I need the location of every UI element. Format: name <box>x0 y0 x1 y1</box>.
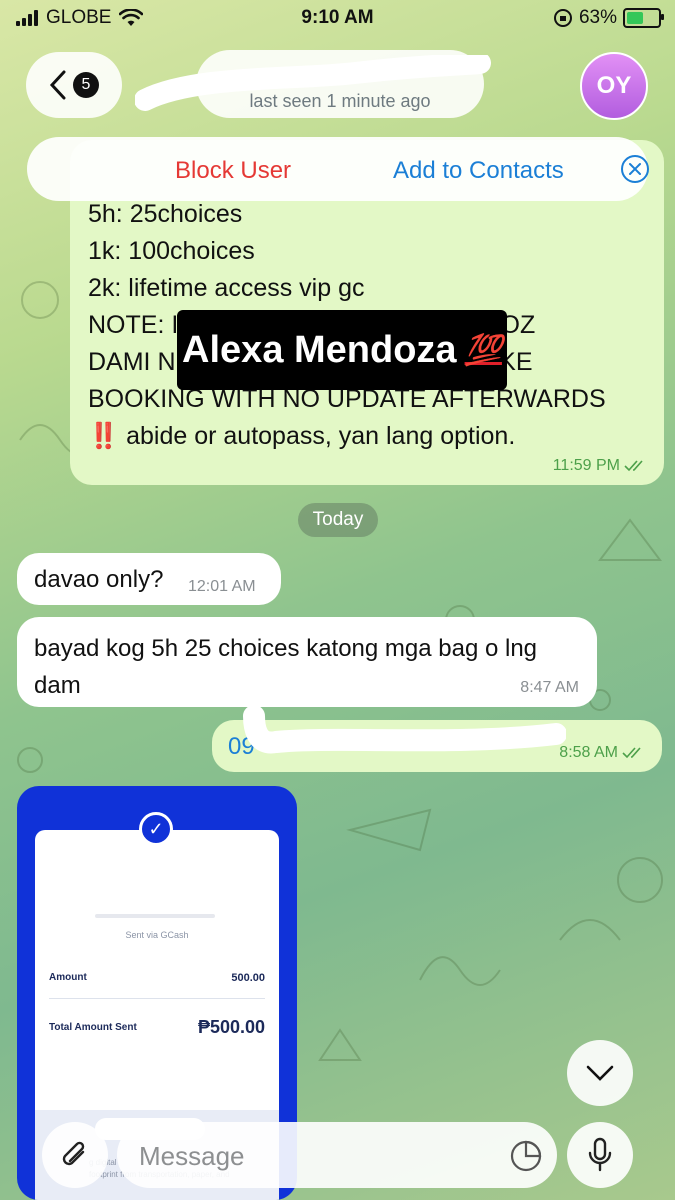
back-button[interactable]: 5 <box>26 52 122 118</box>
battery-percent: 63% <box>578 7 617 28</box>
message-input[interactable] <box>137 1122 501 1190</box>
battery-icon <box>623 8 664 28</box>
voice-message-button[interactable] <box>567 1122 633 1188</box>
contact-action-bar: Block User Add to Contacts <box>27 137 650 201</box>
attach-button[interactable] <box>42 1122 108 1188</box>
double-check-icon <box>622 747 641 759</box>
double-exclamation-emoji: ‼️ <box>88 422 120 450</box>
incoming-message-bubble[interactable]: davao only? 12:01 AM <box>17 553 281 605</box>
orientation-lock-icon <box>553 9 572 27</box>
message-line: 5h: 25choices <box>88 200 243 228</box>
message-time: 8:47 AM <box>520 679 579 696</box>
redaction-mark <box>95 914 215 918</box>
amount-label: Amount <box>49 972 87 983</box>
redaction-mark <box>135 55 491 111</box>
overlay-name-text: Alexa Mendoza <box>182 328 457 371</box>
message-meta: 11:59 PM <box>553 457 646 475</box>
sent-via-label: Sent via GCash <box>125 930 189 940</box>
add-to-contacts-button[interactable]: Add to Contacts <box>393 157 564 185</box>
message-time: 12:01 AM <box>188 578 256 595</box>
date-separator: Today <box>298 503 378 537</box>
message-line: 1k: 100choices <box>88 237 255 265</box>
divider <box>49 998 265 999</box>
message-meta: 8:58 AM <box>559 744 644 762</box>
message-text: bayad kog 5h 25 choices katong mga bag o… <box>34 635 538 699</box>
chevron-down-icon <box>586 1065 614 1081</box>
microphone-icon <box>588 1137 612 1172</box>
message-text: davao only? <box>34 566 164 593</box>
hundred-points-emoji: 💯 <box>464 333 502 367</box>
scroll-to-bottom-button[interactable] <box>567 1040 633 1106</box>
message-line: abide or autopass, yan lang option. <box>126 422 516 450</box>
total-label: Total Amount Sent <box>49 1022 137 1033</box>
amount-value: 500.00 <box>231 972 265 984</box>
message-line: 2k: lifetime access vip gc <box>88 274 365 302</box>
chevron-left-icon <box>49 70 66 100</box>
checkmark-icon: ✓ <box>139 812 173 846</box>
avatar[interactable]: OY <box>580 52 648 120</box>
battery-group: 63% <box>553 7 664 29</box>
name-overlay-sticker: Alexa Mendoza 💯 <box>177 310 507 390</box>
paperclip-icon <box>62 1141 85 1166</box>
double-check-icon <box>624 460 643 472</box>
message-time: 8:58 AM <box>559 744 618 761</box>
message-time: 11:59 PM <box>552 457 620 474</box>
incoming-message-bubble[interactable]: bayad kog 5h 25 choices katong mga bag o… <box>17 617 597 707</box>
status-bar: GLOBE 9:10 AM 63% <box>0 0 675 36</box>
battery-level <box>627 12 644 24</box>
redaction-mark <box>243 706 566 754</box>
block-user-button[interactable]: Block User <box>175 157 291 185</box>
message-composer <box>117 1122 557 1190</box>
sticker-icon[interactable] <box>509 1139 543 1173</box>
unread-badge: 5 <box>73 72 99 98</box>
total-value: ₱500.00 <box>197 1017 265 1037</box>
close-icon[interactable] <box>620 154 650 184</box>
